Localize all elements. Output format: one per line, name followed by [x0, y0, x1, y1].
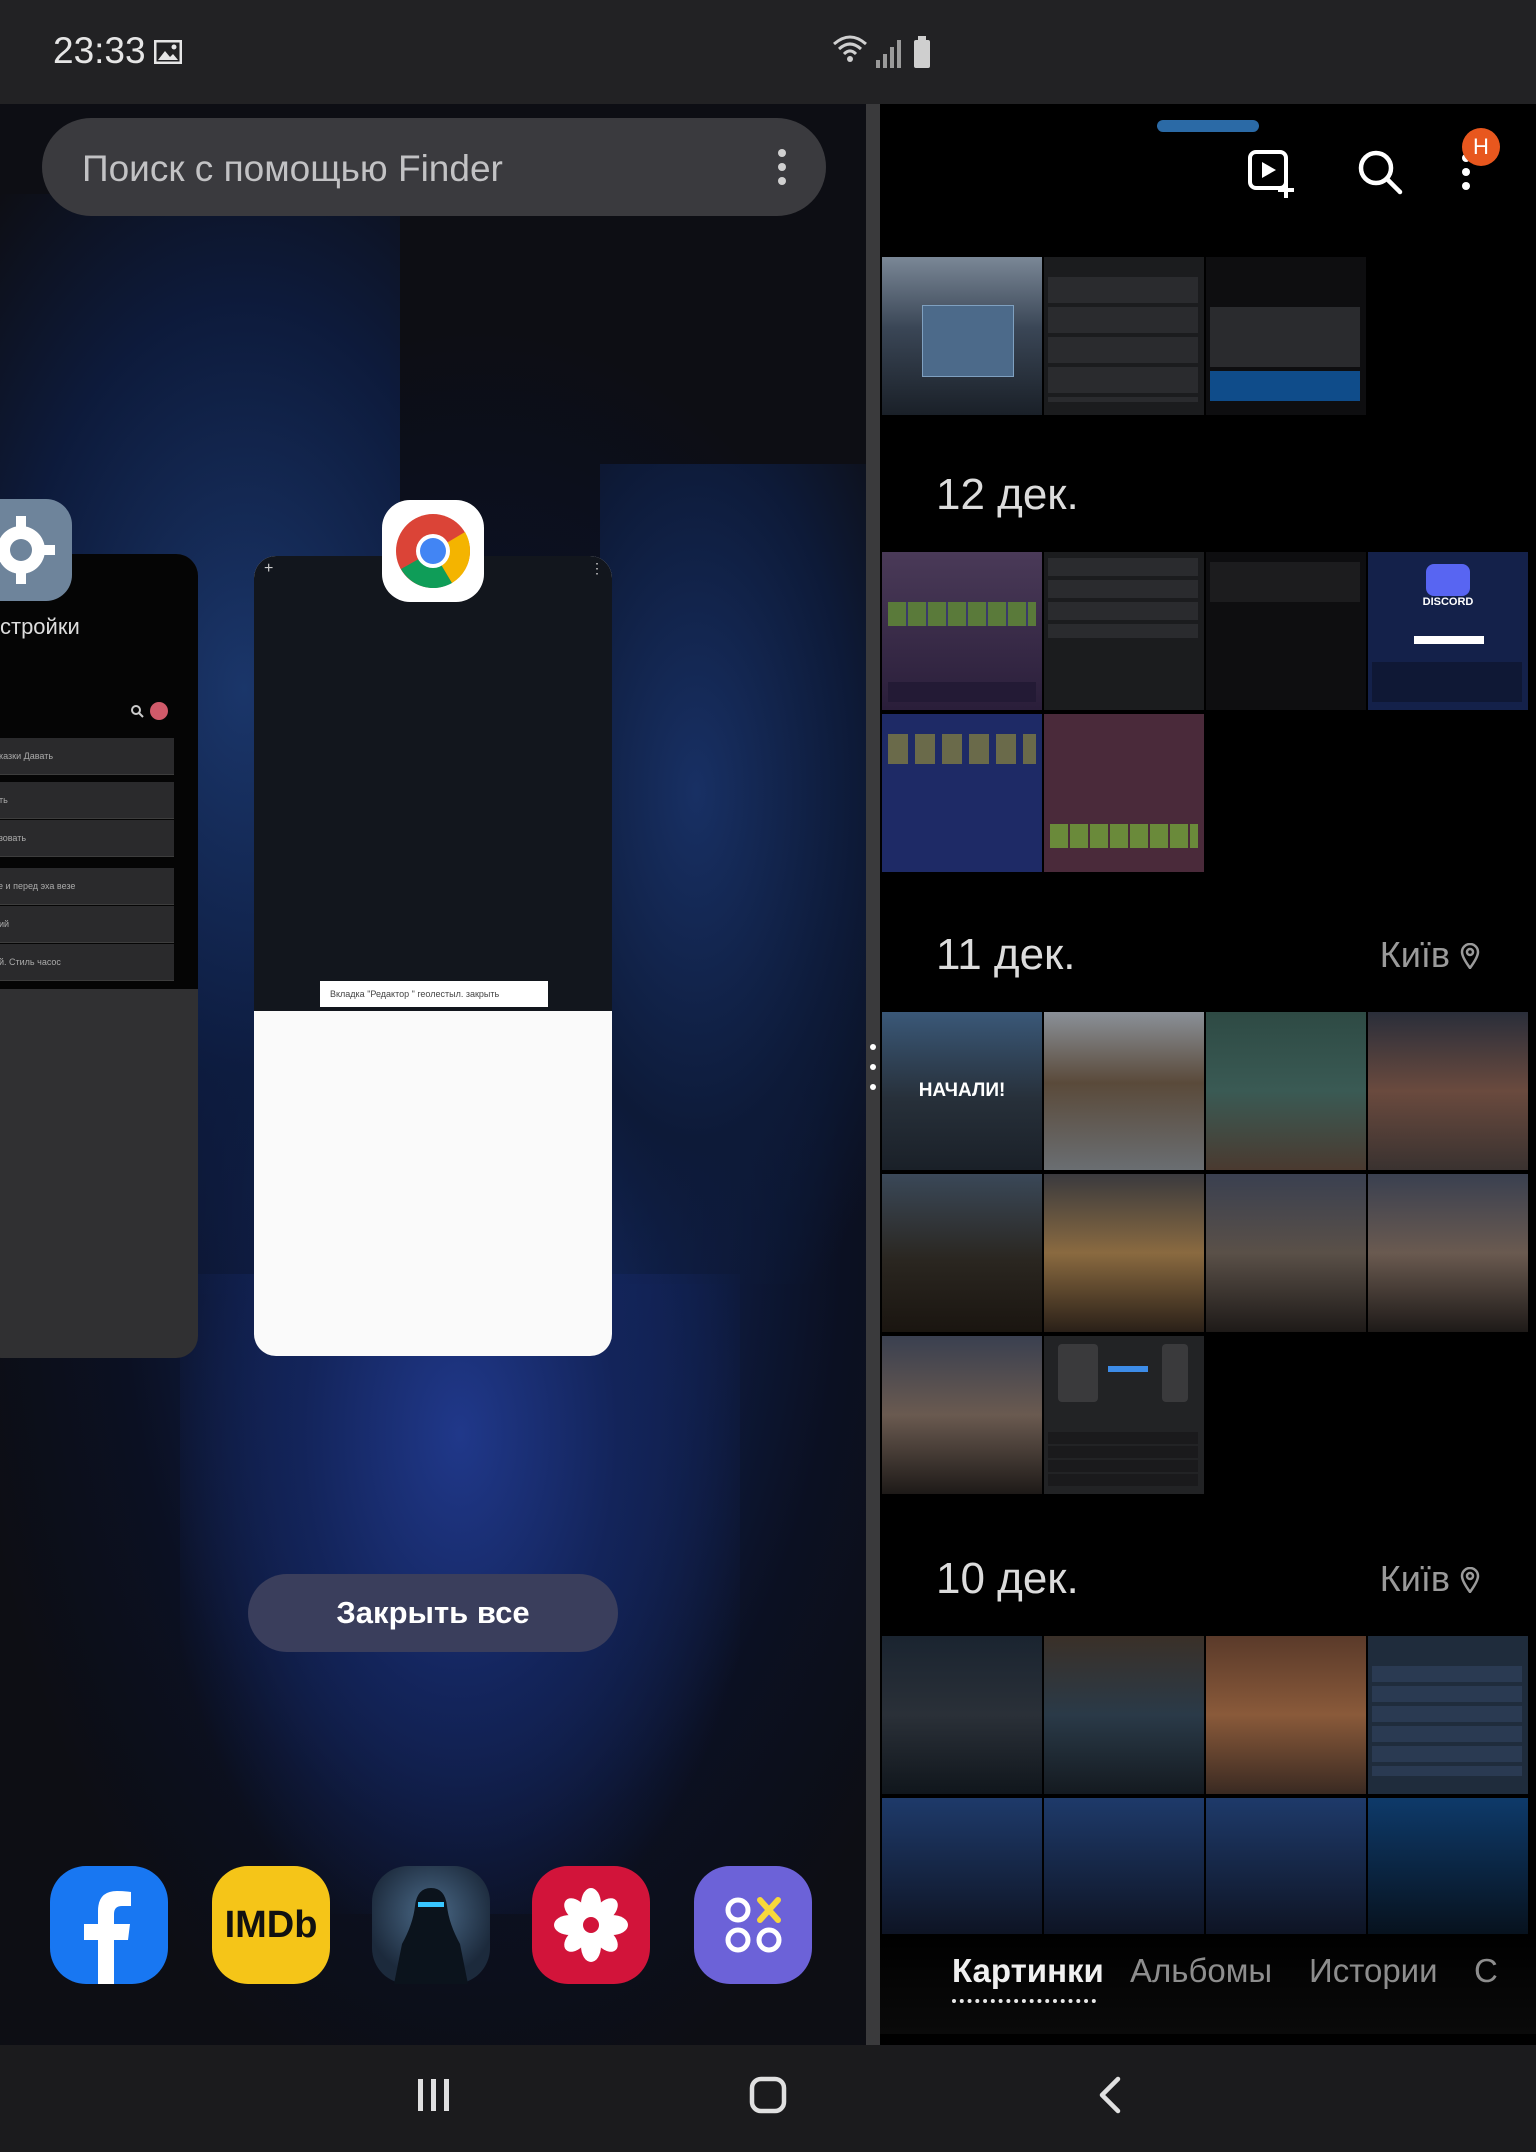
create-movie-icon[interactable]: [1246, 144, 1302, 200]
gallery-app: Н 12 дек. DISCORD 11 дек. Київ НАЧАЛИ! 1…: [880, 104, 1536, 2045]
game-screenshot-thumbnail[interactable]: [1368, 1798, 1528, 1934]
search-icon: [131, 705, 144, 718]
photo-thumbnail[interactable]: [1206, 1174, 1366, 1332]
finder-search-bar[interactable]: Поиск с помощью Finder: [42, 118, 826, 216]
photo-thumbnail[interactable]: [1044, 1174, 1204, 1332]
nachali-caption: НАЧАЛИ!: [918, 1080, 1006, 1101]
settings-card-title: стройки: [0, 614, 80, 639]
game-screenshot-thumbnail[interactable]: [1044, 1012, 1204, 1170]
chrome-app-card[interactable]: + ⋮ Вкладка "Редактор " геолестыл. закры…: [254, 556, 612, 1356]
split-screen-divider[interactable]: [866, 104, 880, 2045]
location-pin-icon: [1460, 943, 1480, 969]
tab-albums[interactable]: Альбомы: [1130, 1952, 1272, 1990]
facebook-app-icon[interactable]: [50, 1866, 168, 1984]
shadow-fight-app-icon[interactable]: [372, 1866, 490, 1984]
status-bar: 23:33: [0, 0, 1536, 104]
game-screenshot-thumbnail[interactable]: НАЧАЛИ!: [882, 1012, 1042, 1170]
game-screenshot-thumbnail[interactable]: [882, 1636, 1042, 1794]
discord-screenshot-thumbnail[interactable]: DISCORD: [1368, 552, 1528, 710]
photo-thumbnail[interactable]: [882, 257, 1042, 415]
location-label: Київ: [1380, 1558, 1480, 1600]
notification-badge: Н: [1462, 128, 1500, 166]
close-all-button[interactable]: Закрыть все: [248, 1574, 618, 1652]
screenshot-thumbnail[interactable]: [882, 714, 1042, 872]
settings-row: ить: [0, 782, 174, 819]
map-screenshot-thumbnail[interactable]: [1206, 1798, 1366, 1934]
signal-icon: [876, 40, 901, 68]
imdb-logo: IMDb: [224, 1904, 318, 1946]
settings-screenshot-thumbnail[interactable]: [1368, 1636, 1528, 1794]
tab-shared[interactable]: С: [1474, 1952, 1498, 1990]
recent-apps-panel: Поиск с помощью Finder стройки еказки Да…: [0, 104, 866, 2045]
flower-app-icon[interactable]: [532, 1866, 650, 1984]
settings-row: ой. Стиль часос: [0, 944, 174, 981]
divider-handle-icon[interactable]: [870, 1044, 876, 1090]
settings-gear-icon[interactable]: [0, 499, 72, 601]
home-icon[interactable]: [748, 2075, 788, 2115]
game-launcher-app-icon[interactable]: [694, 1866, 812, 1984]
battery-icon: [914, 36, 930, 68]
photo-thumbnail[interactable]: [1368, 1012, 1528, 1170]
tab-stories[interactable]: Истории: [1309, 1952, 1438, 1990]
finder-search-placeholder: Поиск с помощью Finder: [82, 148, 503, 189]
window-drag-handle[interactable]: [1157, 120, 1259, 132]
image-notification-icon: [154, 40, 182, 64]
back-icon[interactable]: [1090, 2075, 1130, 2115]
settings-row: ке и перед эха везе: [0, 868, 174, 905]
screenshot-thumbnail[interactable]: [1206, 257, 1366, 415]
search-icon[interactable]: [1352, 144, 1408, 200]
recent-apps-icon[interactable]: [414, 2075, 454, 2115]
chrome-page-dark: + ⋮: [254, 556, 612, 1011]
add-tab-icon: +: [264, 560, 274, 577]
discord-label: DISCORD: [1422, 596, 1474, 608]
imdb-app-icon[interactable]: IMDb: [212, 1866, 330, 1984]
chrome-snackbar: Вкладка "Редактор " геолестыл. закрыть: [320, 981, 548, 1007]
wifi-icon: [833, 35, 867, 62]
system-status-icons: [833, 35, 930, 68]
date-header: 10 дек.: [936, 1554, 1079, 1603]
screenshot-thumbnail[interactable]: [882, 552, 1042, 710]
screenshot-thumbnail[interactable]: [1206, 552, 1366, 710]
location-pin-icon: [1460, 1567, 1480, 1593]
location-text: Київ: [1379, 1558, 1450, 1599]
more-options-icon[interactable]: [778, 148, 786, 186]
screenshot-thumbnail[interactable]: [1044, 1336, 1204, 1494]
settings-row: ьзовать: [0, 820, 174, 857]
game-screenshot-thumbnail[interactable]: [1206, 1012, 1366, 1170]
location-text: Київ: [1379, 934, 1450, 975]
wallpaper-wing: [600, 464, 866, 1284]
chrome-menu-icon: ⋮: [590, 560, 604, 576]
avatar: [150, 702, 168, 720]
map-screenshot-thumbnail[interactable]: [1044, 1798, 1204, 1934]
navigation-bar: [0, 2045, 1536, 2152]
screenshot-thumbnail[interactable]: [1044, 257, 1204, 415]
photo-thumbnail[interactable]: [1368, 1174, 1528, 1332]
chrome-icon[interactable]: [382, 500, 484, 602]
game-screenshot-thumbnail[interactable]: [1206, 1636, 1366, 1794]
settings-row: еказки Давать: [0, 738, 174, 775]
date-header: 11 дек.: [936, 930, 1076, 979]
clock: 23:33: [53, 30, 146, 71]
date-header: 12 дек.: [936, 470, 1079, 519]
game-screenshot-thumbnail[interactable]: [1044, 1636, 1204, 1794]
active-tab-indicator: [952, 1999, 1096, 2003]
map-screenshot-thumbnail[interactable]: [882, 1798, 1042, 1934]
photo-thumbnail[interactable]: [882, 1174, 1042, 1332]
tab-pictures[interactable]: Картинки: [952, 1952, 1104, 1990]
settings-app-card[interactable]: стройки еказки Давать ить ьзовать ке и п…: [0, 554, 198, 1358]
screenshot-thumbnail[interactable]: [1044, 714, 1204, 872]
screenshot-thumbnail[interactable]: [1044, 552, 1204, 710]
photo-thumbnail[interactable]: [882, 1336, 1042, 1494]
settings-row: ний: [0, 906, 174, 943]
location-label: Київ: [1380, 934, 1480, 976]
